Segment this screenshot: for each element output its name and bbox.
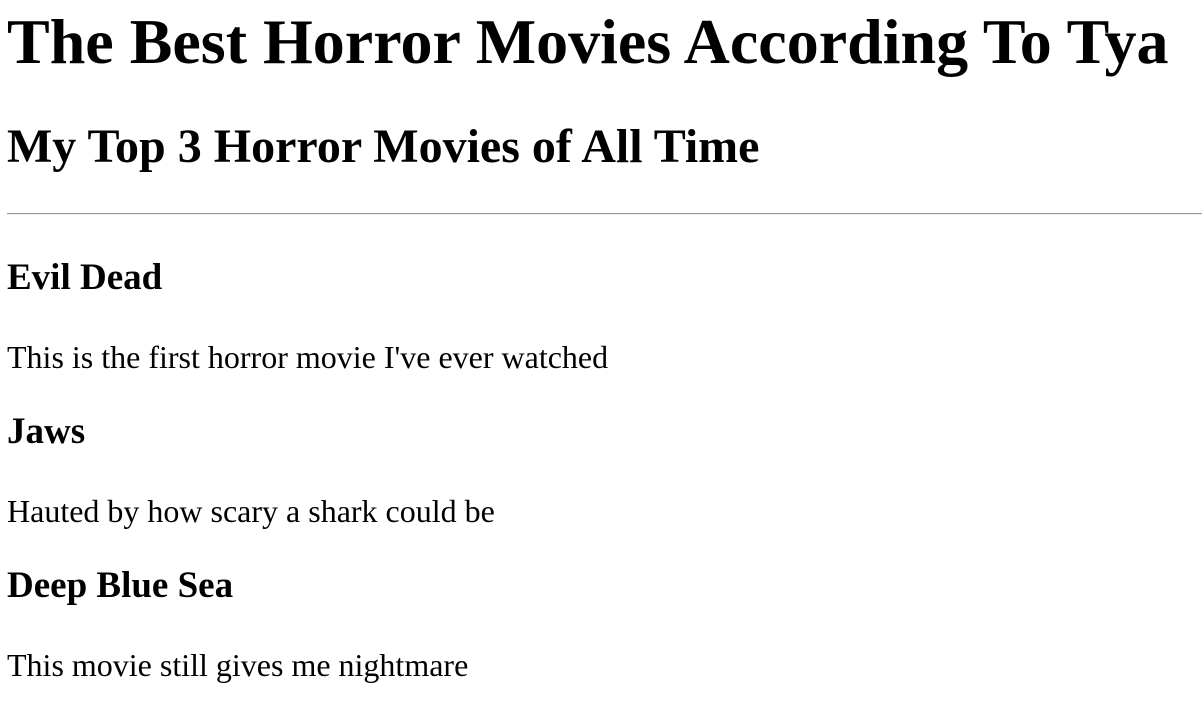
movie-description: Hauted by how scary a shark could be xyxy=(7,493,495,529)
movie-title: Deep Blue Sea xyxy=(7,565,234,606)
page-subtitle: My Top 3 Horror Movies of All Time xyxy=(7,120,760,173)
page-title: The Best Horror Movies According To Tya xyxy=(7,6,1169,77)
movie-description: This movie still gives me nightmare xyxy=(7,647,469,683)
movie-title: Jaws xyxy=(7,411,86,452)
movie-title: Evil Dead xyxy=(7,257,163,298)
movie-description: This is the first horror movie I've ever… xyxy=(7,339,609,375)
horizontal-divider xyxy=(7,213,1202,215)
